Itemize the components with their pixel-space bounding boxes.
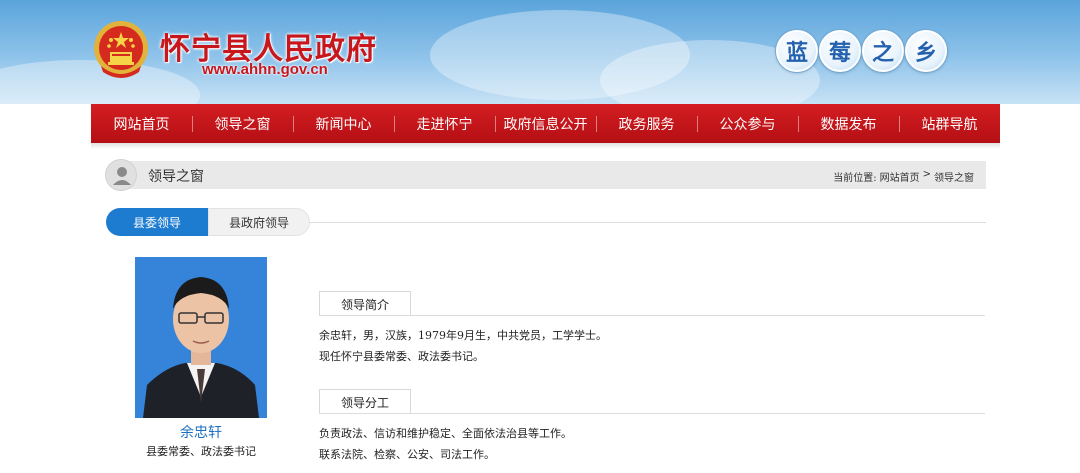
section-title: 领导之窗 bbox=[148, 169, 204, 185]
main-content: 领导之窗 当前位置: 网站首页 > 领导之窗 县委领导 县政府领导 余忠轩 县委… bbox=[91, 149, 1000, 473]
main-nav: 网站首页 领导之窗 新闻中心 走进怀宁 政府信息公开 政务服务 公众参与 数据发… bbox=[91, 104, 1000, 143]
slogan-char: 蓝 bbox=[776, 30, 818, 72]
intro-line: 余忠轩，男，汉族，1979年9月生，中共党员，工学学士。 bbox=[319, 329, 607, 342]
nav-item-leaders[interactable]: 领导之窗 bbox=[192, 114, 293, 134]
intro-heading: 领导简介 bbox=[319, 291, 411, 316]
duty-line: 负责政法、信访和维护稳定、全面依法治县等工作。 bbox=[319, 427, 572, 440]
slogan-char: 莓 bbox=[819, 30, 861, 72]
tab-county-committee[interactable]: 县委领导 bbox=[106, 208, 208, 236]
breadcrumb-bar: 领导之窗 当前位置: 网站首页 > 领导之窗 bbox=[105, 159, 986, 191]
leader-position: 县委常委、政法委书记 bbox=[146, 445, 256, 458]
nav-item-news[interactable]: 新闻中心 bbox=[293, 114, 394, 134]
breadcrumb-separator: > bbox=[922, 169, 931, 180]
duty-divider bbox=[319, 413, 985, 414]
slogan-badges: 蓝 莓 之 乡 bbox=[776, 30, 947, 74]
duty-line: 联系法院、检察、公安、司法工作。 bbox=[319, 448, 495, 461]
nav-item-services[interactable]: 政务服务 bbox=[596, 114, 697, 134]
site-header: 怀宁县人民政府 www.ahhn.gov.cn 蓝 莓 之 乡 bbox=[0, 0, 1080, 104]
intro-divider bbox=[319, 315, 985, 316]
slogan-char: 之 bbox=[862, 30, 904, 72]
national-emblem-icon[interactable] bbox=[93, 20, 149, 80]
breadcrumb-home-link[interactable]: 网站首页 bbox=[880, 169, 920, 184]
site-url: www.ahhn.gov.cn bbox=[202, 61, 328, 78]
nav-item-disclosure[interactable]: 政府信息公开 bbox=[495, 114, 596, 134]
intro-line: 现任怀宁县委常委、政法委书记。 bbox=[319, 350, 484, 363]
slogan-char: 乡 bbox=[905, 30, 947, 72]
nav-item-participation[interactable]: 公众参与 bbox=[697, 114, 798, 134]
duty-heading: 领导分工 bbox=[319, 389, 411, 414]
breadcrumb-prefix: 当前位置: bbox=[833, 173, 877, 184]
nav-item-sites[interactable]: 站群导航 bbox=[899, 114, 1000, 134]
nav-item-home[interactable]: 网站首页 bbox=[91, 114, 192, 134]
nav-item-data[interactable]: 数据发布 bbox=[798, 114, 899, 134]
breadcrumb: 当前位置: 网站首页 > 领导之窗 bbox=[833, 169, 974, 184]
breadcrumb-current[interactable]: 领导之窗 bbox=[934, 169, 974, 184]
nav-item-about[interactable]: 走进怀宁 bbox=[394, 114, 495, 134]
user-icon bbox=[105, 159, 137, 191]
leader-name[interactable]: 余忠轩 bbox=[135, 422, 267, 442]
tab-county-government[interactable]: 县政府领导 bbox=[208, 208, 310, 236]
leader-photo[interactable] bbox=[135, 257, 267, 418]
